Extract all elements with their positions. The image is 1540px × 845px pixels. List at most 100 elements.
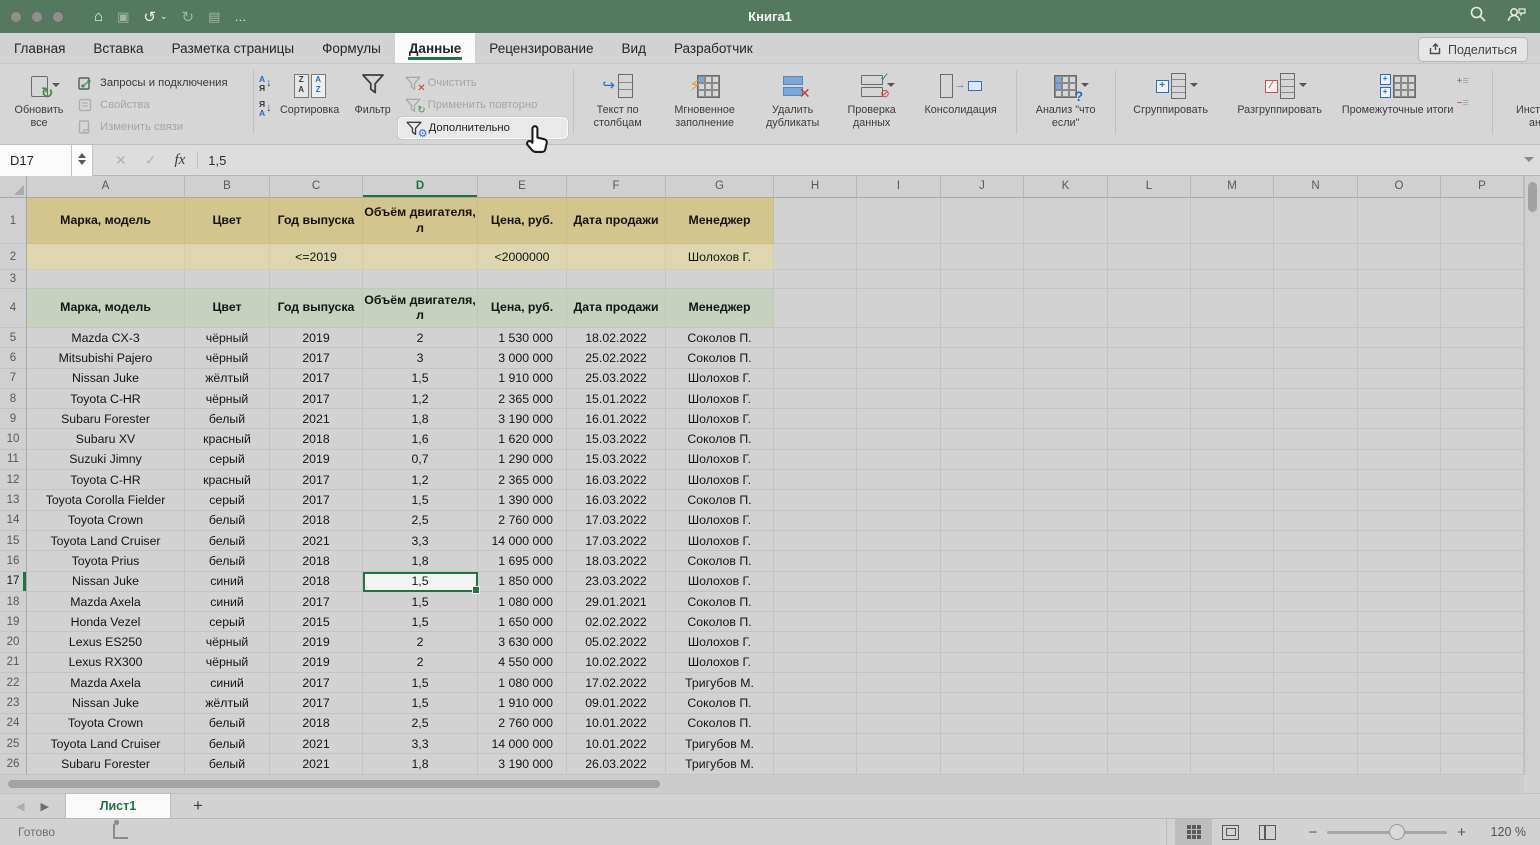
cell-G13[interactable]: Соколов П. bbox=[666, 490, 774, 510]
cell-A3[interactable] bbox=[27, 270, 185, 289]
cell-K24[interactable] bbox=[1024, 714, 1108, 734]
cell-F26[interactable]: 26.03.2022 bbox=[567, 754, 666, 774]
cell-K13[interactable] bbox=[1024, 490, 1108, 510]
cell-L16[interactable] bbox=[1108, 551, 1191, 571]
cell-F3[interactable] bbox=[567, 270, 666, 289]
cell-E3[interactable] bbox=[478, 270, 567, 289]
cell-B1[interactable]: Цвет bbox=[185, 198, 270, 244]
cell-L8[interactable] bbox=[1108, 389, 1191, 409]
cell-E25[interactable]: 14 000 000 bbox=[478, 734, 567, 754]
cell-G5[interactable]: Соколов П. bbox=[666, 328, 774, 348]
cell-B19[interactable]: серый bbox=[185, 612, 270, 632]
cell-K4[interactable] bbox=[1024, 289, 1108, 328]
cell-B17[interactable]: синий bbox=[185, 572, 270, 592]
row-header-25[interactable]: 25 bbox=[0, 734, 27, 754]
cell-K14[interactable] bbox=[1024, 511, 1108, 531]
cell-O8[interactable] bbox=[1358, 389, 1441, 409]
cell-I19[interactable] bbox=[857, 612, 941, 632]
cell-O20[interactable] bbox=[1358, 632, 1441, 652]
cell-E9[interactable]: 3 190 000 bbox=[478, 409, 567, 429]
cell-C23[interactable]: 2017 bbox=[270, 693, 363, 713]
cell-I23[interactable] bbox=[857, 693, 941, 713]
edit-links-button[interactable]: Изменить связи bbox=[70, 117, 248, 137]
column-header-J[interactable]: J bbox=[941, 176, 1024, 198]
cell-G10[interactable]: Соколов П. bbox=[666, 429, 774, 449]
cell-E24[interactable]: 2 760 000 bbox=[478, 714, 567, 734]
cell-O26[interactable] bbox=[1358, 754, 1441, 774]
data-validation-button[interactable]: ✓ ⊘ Проверка данных bbox=[833, 68, 911, 130]
cell-H7[interactable] bbox=[774, 369, 857, 389]
cell-D20[interactable]: 2 bbox=[363, 632, 478, 652]
cell-M16[interactable] bbox=[1191, 551, 1274, 571]
cell-N1[interactable] bbox=[1274, 198, 1358, 244]
cell-G4[interactable]: Менеджер bbox=[666, 289, 774, 328]
cell-J3[interactable] bbox=[941, 270, 1024, 289]
cell-I21[interactable] bbox=[857, 653, 941, 673]
cell-M23[interactable] bbox=[1191, 693, 1274, 713]
cell-G19[interactable]: Соколов П. bbox=[666, 612, 774, 632]
row-header-15[interactable]: 15 bbox=[0, 531, 27, 551]
horizontal-scrollbar-thumb[interactable] bbox=[8, 780, 660, 788]
cell-K10[interactable] bbox=[1024, 429, 1108, 449]
column-header-O[interactable]: O bbox=[1358, 176, 1441, 198]
cell-B11[interactable]: серый bbox=[185, 450, 270, 470]
cell-K18[interactable] bbox=[1024, 592, 1108, 612]
zoom-level-label[interactable]: 120 % bbox=[1482, 825, 1526, 839]
cell-J16[interactable] bbox=[941, 551, 1024, 571]
cell-J22[interactable] bbox=[941, 673, 1024, 693]
cell-C13[interactable]: 2017 bbox=[270, 490, 363, 510]
cell-D23[interactable]: 1,5 bbox=[363, 693, 478, 713]
cell-K20[interactable] bbox=[1024, 632, 1108, 652]
cell-N24[interactable] bbox=[1274, 714, 1358, 734]
cell-E13[interactable]: 1 390 000 bbox=[478, 490, 567, 510]
cell-B22[interactable]: синий bbox=[185, 673, 270, 693]
cell-C2[interactable]: <=2019 bbox=[270, 244, 363, 270]
cell-J21[interactable] bbox=[941, 653, 1024, 673]
cell-M22[interactable] bbox=[1191, 673, 1274, 693]
cell-C4[interactable]: Год выпуска bbox=[270, 289, 363, 328]
cell-C12[interactable]: 2017 bbox=[270, 470, 363, 490]
sort-ascending-icon[interactable]: АЯ ↓ bbox=[259, 75, 272, 92]
cell-F6[interactable]: 25.02.2022 bbox=[567, 348, 666, 368]
cell-M10[interactable] bbox=[1191, 429, 1274, 449]
cell-D18[interactable]: 1,5 bbox=[363, 592, 478, 612]
cell-P19[interactable] bbox=[1441, 612, 1524, 632]
cell-G24[interactable]: Соколов П. bbox=[666, 714, 774, 734]
cell-E22[interactable]: 1 080 000 bbox=[478, 673, 567, 693]
close-window-button[interactable] bbox=[10, 11, 22, 23]
page-break-view-button[interactable] bbox=[1249, 819, 1286, 845]
cell-M8[interactable] bbox=[1191, 389, 1274, 409]
cell-A7[interactable]: Nissan Juke bbox=[27, 369, 185, 389]
cell-H19[interactable] bbox=[774, 612, 857, 632]
analysis-tools-button[interactable]: ⚙ Инструменты анализа bbox=[1498, 68, 1540, 130]
cell-A23[interactable]: Nissan Juke bbox=[27, 693, 185, 713]
cell-D5[interactable]: 2 bbox=[363, 328, 478, 348]
cell-C7[interactable]: 2017 bbox=[270, 369, 363, 389]
cell-E21[interactable]: 4 550 000 bbox=[478, 653, 567, 673]
cell-D26[interactable]: 1,8 bbox=[363, 754, 478, 774]
column-header-A[interactable]: A bbox=[27, 176, 185, 198]
tab-vid[interactable]: Вид bbox=[608, 33, 660, 63]
cell-L15[interactable] bbox=[1108, 531, 1191, 551]
properties-button[interactable]: Свойства bbox=[70, 95, 248, 115]
cell-O23[interactable] bbox=[1358, 693, 1441, 713]
cell-F5[interactable]: 18.02.2022 bbox=[567, 328, 666, 348]
cell-E8[interactable]: 2 365 000 bbox=[478, 389, 567, 409]
cell-I15[interactable] bbox=[857, 531, 941, 551]
cell-M2[interactable] bbox=[1191, 244, 1274, 270]
cell-M20[interactable] bbox=[1191, 632, 1274, 652]
cell-A11[interactable]: Suzuki Jimny bbox=[27, 450, 185, 470]
cell-P22[interactable] bbox=[1441, 673, 1524, 693]
cell-D16[interactable]: 1,8 bbox=[363, 551, 478, 571]
cell-O22[interactable] bbox=[1358, 673, 1441, 693]
cell-K23[interactable] bbox=[1024, 693, 1108, 713]
cell-I4[interactable] bbox=[857, 289, 941, 328]
cell-O15[interactable] bbox=[1358, 531, 1441, 551]
confirm-entry-icon[interactable]: ✓ bbox=[145, 152, 157, 169]
cell-A5[interactable]: Mazda CX-3 bbox=[27, 328, 185, 348]
cell-M14[interactable] bbox=[1191, 511, 1274, 531]
cell-P5[interactable] bbox=[1441, 328, 1524, 348]
cell-H24[interactable] bbox=[774, 714, 857, 734]
cell-K5[interactable] bbox=[1024, 328, 1108, 348]
remove-duplicates-button[interactable]: ✕ Удалить дубликаты bbox=[753, 68, 833, 130]
